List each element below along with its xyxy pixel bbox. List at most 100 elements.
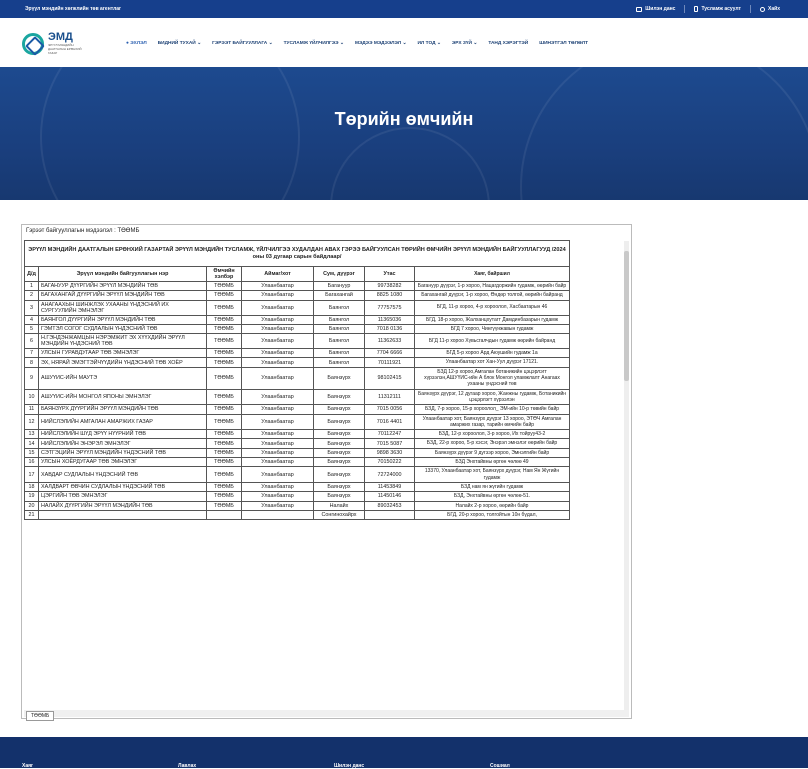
- table-cell: 9898 3630: [364, 447, 415, 459]
- logo-name: ЭМД: [48, 31, 73, 43]
- table-cell: 7018 0136: [364, 323, 415, 335]
- table-row: 15 СЭТГЭЦИЙН ЭРҮҮЛ МЭНДИЙН ҮНДЭСНИЙ ТӨВ ТӨ…: [24, 447, 570, 459]
- table-row: 4 БАЯНГОЛ ДҮҮРГИЙН ЭРҮҮЛ МЭНДИЙН ТӨВ ТӨӨМБ…: [24, 314, 570, 325]
- menu-item-contracted[interactable]: ГЭРЭЭТ БАЙГУУЛЛАГА ⌄: [212, 41, 273, 46]
- table-cell: 89032453: [364, 500, 415, 511]
- horizontal-scrollbar[interactable]: [24, 710, 629, 717]
- table-cell: ХАВДАР СУДЛАЛЫН ҮНДЭСНИЙ ТӨВ: [38, 466, 207, 483]
- site-logo[interactable]: ЭМД ЭРҮҮЛ МЭНДИЙН ДААТГАЛЫН ЕРӨНХИЙ ГАЗА…: [22, 32, 82, 55]
- table-cell: НИЙСЛЭЛИЙН ЭНЭРЭЛ ЭМНЭЛЭГ: [38, 438, 207, 449]
- table-cell: 7016 4401: [364, 413, 415, 431]
- table-cell: Улаанбаатар: [241, 404, 314, 415]
- table-cell: БГД 11-р хороо Хүвьсгалчдын гудамж өөрий…: [414, 333, 570, 350]
- col-header: Д/д: [24, 266, 39, 282]
- table-cell: Баянзүрх: [313, 438, 365, 449]
- footer-heading: Лавлах: [178, 763, 197, 769]
- table-cell: БЗД Энхтайвны өргөн чөлөө 49: [414, 457, 570, 468]
- page-title: Төрийн өмчийн: [334, 109, 474, 129]
- table-cell: Баянгол: [313, 314, 365, 325]
- table-cell: [206, 509, 242, 521]
- top-link-label: Хайх: [768, 6, 780, 12]
- table-cell: БГД, 11-р хороо, 4-р хороолол, Хасбаатар…: [414, 299, 570, 316]
- table-cell: Баянзүрх: [313, 388, 365, 406]
- hero-banner: Төрийн өмчийн: [0, 67, 808, 200]
- main-menu: ● ЭХЛЭЛ БИДНИЙ ТУХАЙ ⌄ ГЭРЭЭТ БАЙГУУЛЛАГ…: [126, 41, 588, 46]
- table-cell: ТӨӨМБ: [206, 366, 242, 390]
- table-cell: АШУҮИС-ИЙН МОНГОЛ ЯПОНЫ ЭМНЭЛЭГ: [38, 388, 207, 406]
- table-cell: Улаанбаатар: [241, 388, 314, 406]
- menu-item-legal[interactable]: ЭРХ ЗҮЙ ⌄: [452, 41, 477, 46]
- table-cell: НАЛАЙХ ДҮҮРГИЙН ЭРҮҮЛ МЭНДИЙН ТӨВ: [38, 500, 207, 511]
- table-cell: ТӨӨМБ: [206, 404, 242, 415]
- table-cell: ТӨӨМБ: [206, 314, 242, 325]
- sheet-scroll-area[interactable]: ЭРҮҮЛ МЭНДИЙН ДААТГАЛЫН ЕРӨНХИЙ ГАЗАРТАЙ…: [23, 240, 624, 710]
- menu-item-reform[interactable]: ШИНЭТГЭЛ ТӨЛӨЛТ: [539, 41, 588, 46]
- table-cell: ТӨӨМБ: [206, 357, 242, 368]
- table-row: 14 НИЙСЛЭЛИЙН ЭНЭРЭЛ ЭМНЭЛЭГ ТӨӨМБ Улаанбаа…: [24, 438, 570, 449]
- viewer-title: Гэрээт байгууллагын мэдээлэл : ТӨӨМБ: [26, 228, 140, 234]
- col-header: Сум, дүүрэг: [313, 266, 365, 282]
- table-cell: Баянгол: [313, 333, 365, 350]
- table-cell: Баянзүрх: [313, 366, 365, 390]
- table-cell: Улаанбаатар: [241, 500, 314, 511]
- table-cell: 4: [24, 314, 39, 325]
- scroll-thumb[interactable]: [624, 251, 629, 381]
- top-link-help[interactable]: Тусламж асуулт: [694, 6, 741, 12]
- table-cell: ТӨӨМБ: [206, 438, 242, 449]
- menu-item-services[interactable]: ТУСЛАМЖ ҮЙЛЧИЛГЭЭ ⌄: [284, 41, 344, 46]
- table-cell: Багануур: [313, 280, 365, 292]
- table-cell: 13370, Улаанбаатар хот, Баянзүрх дүүрэг,…: [414, 466, 570, 483]
- table-cell: 14: [24, 438, 39, 449]
- logo-text: ЭМД ЭРҮҮЛ МЭНДИЙН ДААТГАЛЫН ЕРӨНХИЙ ГАЗА…: [48, 31, 82, 56]
- table-cell: Улаанбаатар хот Хан-Уул дүүрэг 17121.: [414, 357, 570, 368]
- table-row: 9 АШУҮИС-ИЙН МАУТЭ ТӨӨМБ Улаанбаатар Баянзүр…: [24, 366, 570, 390]
- table-cell: Баянзүрх: [313, 413, 365, 431]
- table-cell: 17: [24, 466, 39, 483]
- table-row: 17 ХАВДАР СУДЛАЛЫН ҮНДЭСНИЙ ТӨВ ТӨӨМБ Улаан…: [24, 466, 570, 483]
- table-cell: Н.ГЭНДЭНЖАМЦЫН НЭРЭМЖИТ ЭХ ХҮҮХДИЙН ЭРҮҮ…: [38, 333, 207, 350]
- table-cell: 1: [24, 280, 39, 292]
- table-cell: [241, 509, 314, 521]
- table-cell: 98102415: [364, 366, 415, 390]
- menu-item-home[interactable]: ● ЭХЛЭЛ: [126, 41, 147, 46]
- table-cell: 7015 0056: [364, 404, 415, 415]
- table-cell: Улаанбаатар: [241, 323, 314, 335]
- table-cell: Баянгол: [313, 299, 365, 316]
- table-cell: 70112247: [364, 429, 415, 440]
- table-cell: 3: [24, 299, 39, 316]
- table-cell: Улаанбаатар: [241, 429, 314, 440]
- sheet-tab[interactable]: ТӨӨМБ: [26, 711, 55, 721]
- menu-item-about[interactable]: БИДНИЙ ТУХАЙ ⌄: [158, 41, 201, 46]
- table-cell: [364, 509, 415, 521]
- table-cell: Сонгинохайрх: [313, 509, 365, 521]
- menu-item-for-you[interactable]: ТАНД ХЭРЭГТЭЙ: [488, 41, 528, 46]
- table-cell: Улаанбаатар: [241, 299, 314, 316]
- table-cell: Улаанбаатар: [241, 491, 314, 502]
- table-row: 5 ГЭМТЭЛ СОГОГ СУДЛАЛЫН ҮНДЭСНИЙ ТӨВ ТӨӨМБ…: [24, 323, 570, 335]
- top-link-search[interactable]: Хайх: [760, 6, 780, 12]
- table-cell: 8: [24, 357, 39, 368]
- table-cell: Багахангай: [313, 290, 365, 301]
- table-cell: 9: [24, 366, 39, 390]
- top-link-transparency[interactable]: Шилэн данс: [636, 6, 675, 12]
- table-cell: Баянзүрх: [313, 481, 365, 493]
- table-heading: ЭРҮҮЛ МЭНДИЙН ДААТГАЛЫН ЕРӨНХИЙ ГАЗАРТАЙ…: [24, 240, 570, 267]
- table-cell: Улаанбаатар: [241, 290, 314, 301]
- table-cell: Улаанбаатар: [241, 466, 314, 483]
- table-cell: 11365036: [364, 314, 415, 325]
- table-cell: ЭХ, НЯРАЙ ЭМЭГТЭЙЧҮҮДИЙН ҮНДЭСНИЙ ТӨВ ХО…: [38, 357, 207, 368]
- menu-item-news[interactable]: МЭДЭЭ МЭДЭЭЛЭЛ ⌄: [355, 41, 407, 46]
- menu-item-transparency[interactable]: ИЛ ТОД ⌄: [417, 41, 440, 46]
- top-link-label: Тусламж асуулт: [701, 6, 742, 12]
- table-cell: 2: [24, 290, 39, 301]
- table-cell: БЗД, Энхтайвны өргөн чөлөө-51.: [414, 491, 570, 502]
- agency-name[interactable]: Эрүүл мэндийн хөгжлийн төв агентлаг: [25, 6, 121, 12]
- vertical-scrollbar[interactable]: [624, 241, 629, 711]
- table-cell: УЛСЫН ГУРАВДУГААР ТӨВ ЭМНЭЛЭГ: [38, 348, 207, 359]
- table-cell: Улаанбаатар: [241, 357, 314, 368]
- table-cell: 11312111: [364, 388, 415, 406]
- table-cell: Налайх 2-р хороо, өөрийн байр: [414, 500, 570, 511]
- table-cell: УЛСЫН ХОЁРДУГААР ТӨВ ЭМНЭЛЭГ: [38, 457, 207, 468]
- divider: [750, 5, 752, 13]
- table-cell: 21: [24, 509, 39, 521]
